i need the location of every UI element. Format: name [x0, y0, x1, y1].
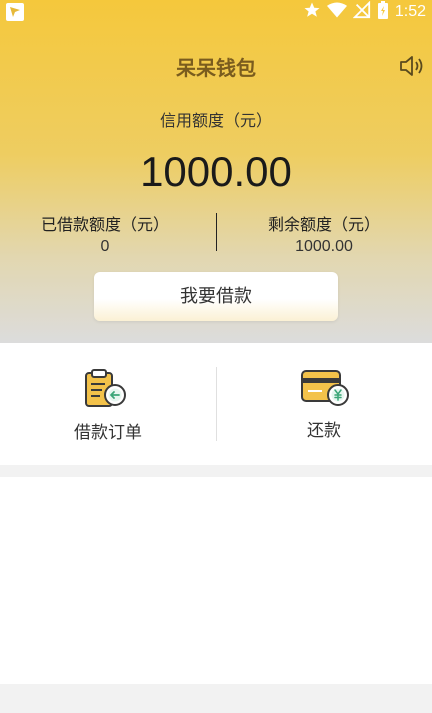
signal-icon — [352, 0, 371, 23]
action-panel: 借款订单 还款 — [0, 343, 432, 465]
borrow-button[interactable]: 我要借款 — [94, 272, 338, 321]
wifi-icon — [326, 1, 347, 23]
star-icon — [303, 1, 321, 23]
borrowed-label: 已借款额度（元） — [40, 215, 169, 234]
loan-orders-label: 借款订单 — [74, 423, 142, 443]
content-panel — [0, 477, 432, 684]
borrowed-value: 0 — [100, 238, 110, 255]
remaining-label: 剩余额度（元） — [267, 215, 380, 234]
repay-card-icon — [300, 368, 350, 412]
order-clipboard-icon — [84, 368, 128, 414]
repay-button[interactable]: 还款 — [216, 343, 432, 465]
borrowed-stat: 已借款额度（元） 0 — [10, 211, 200, 256]
stat-divider — [216, 213, 217, 251]
remaining-stat: 剩余额度（元） 1000.00 — [229, 211, 419, 256]
loan-orders-button[interactable]: 借款订单 — [0, 343, 216, 465]
borrow-button-label: 我要借款 — [180, 286, 252, 307]
wallet-header: 1:52 呆呆钱包 信用额度（元） 1000.00 已借款额度（元） 0 剩余额… — [0, 0, 432, 343]
repay-label: 还款 — [307, 421, 341, 441]
speaker-icon[interactable] — [398, 54, 424, 78]
credit-limit-label: 信用额度（元） — [159, 111, 272, 130]
status-bar: 1:52 — [0, 0, 432, 24]
status-time: 1:52 — [394, 3, 426, 20]
remaining-value: 1000.00 — [295, 238, 353, 255]
credit-limit-value: 1000.00 — [140, 148, 292, 195]
status-icons: 1:52 — [303, 0, 426, 24]
app-title: 呆呆钱包 — [176, 56, 256, 80]
battery-icon — [377, 0, 389, 24]
notification-app-icon — [6, 3, 24, 21]
